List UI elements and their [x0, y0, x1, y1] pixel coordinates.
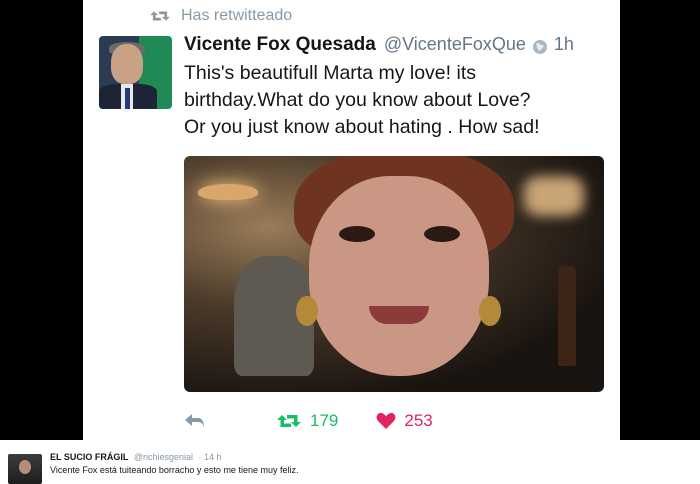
author-avatar[interactable]: [99, 36, 172, 109]
tweet-photo[interactable]: [184, 156, 604, 392]
reply-author-handle[interactable]: @richiesgenial: [134, 452, 193, 462]
tweet-time[interactable]: 1h: [554, 34, 574, 55]
tweet-card[interactable]: Has retwitteado Vicente Fox Quesada @Vic…: [83, 0, 620, 440]
reply-author-name[interactable]: EL SUCIO FRÁGIL: [50, 452, 128, 462]
retweet-banner: Has retwitteado: [149, 5, 292, 27]
tweet-header: Vicente Fox Quesada @VicenteFoxQue 1h: [184, 34, 604, 60]
tweet-actions: 179 253: [184, 408, 604, 434]
author-name[interactable]: Vicente Fox Quesada: [184, 34, 376, 56]
retweet-count: 179: [310, 411, 339, 430]
retweet-icon: [150, 11, 170, 21]
retweet-icon: [277, 415, 301, 427]
globe-icon: [532, 40, 547, 54]
tweet-text: This's beautifull Marta my love! its bir…: [184, 62, 540, 138]
retweet-button[interactable]: 179: [276, 411, 338, 431]
reply-tweet[interactable]: [0, 440, 700, 484]
reply-tweet-time[interactable]: · 14 h: [199, 452, 222, 462]
retweet-banner-label: Has retwitteado: [181, 7, 293, 24]
reply-author-avatar[interactable]: [8, 454, 42, 484]
heart-icon: [376, 412, 396, 429]
author-handle[interactable]: @VicenteFoxQue: [384, 34, 526, 55]
reply-tweet-text: Vicente Fox está tuiteando borracho y es…: [50, 465, 299, 475]
reply-tweet-header: EL SUCIO FRÁGIL @richiesgenial · 14 h: [50, 452, 222, 462]
reply-button[interactable]: [184, 413, 206, 429]
reply-icon: [185, 414, 204, 428]
like-button[interactable]: 253: [376, 411, 433, 431]
like-count: 253: [404, 411, 433, 430]
